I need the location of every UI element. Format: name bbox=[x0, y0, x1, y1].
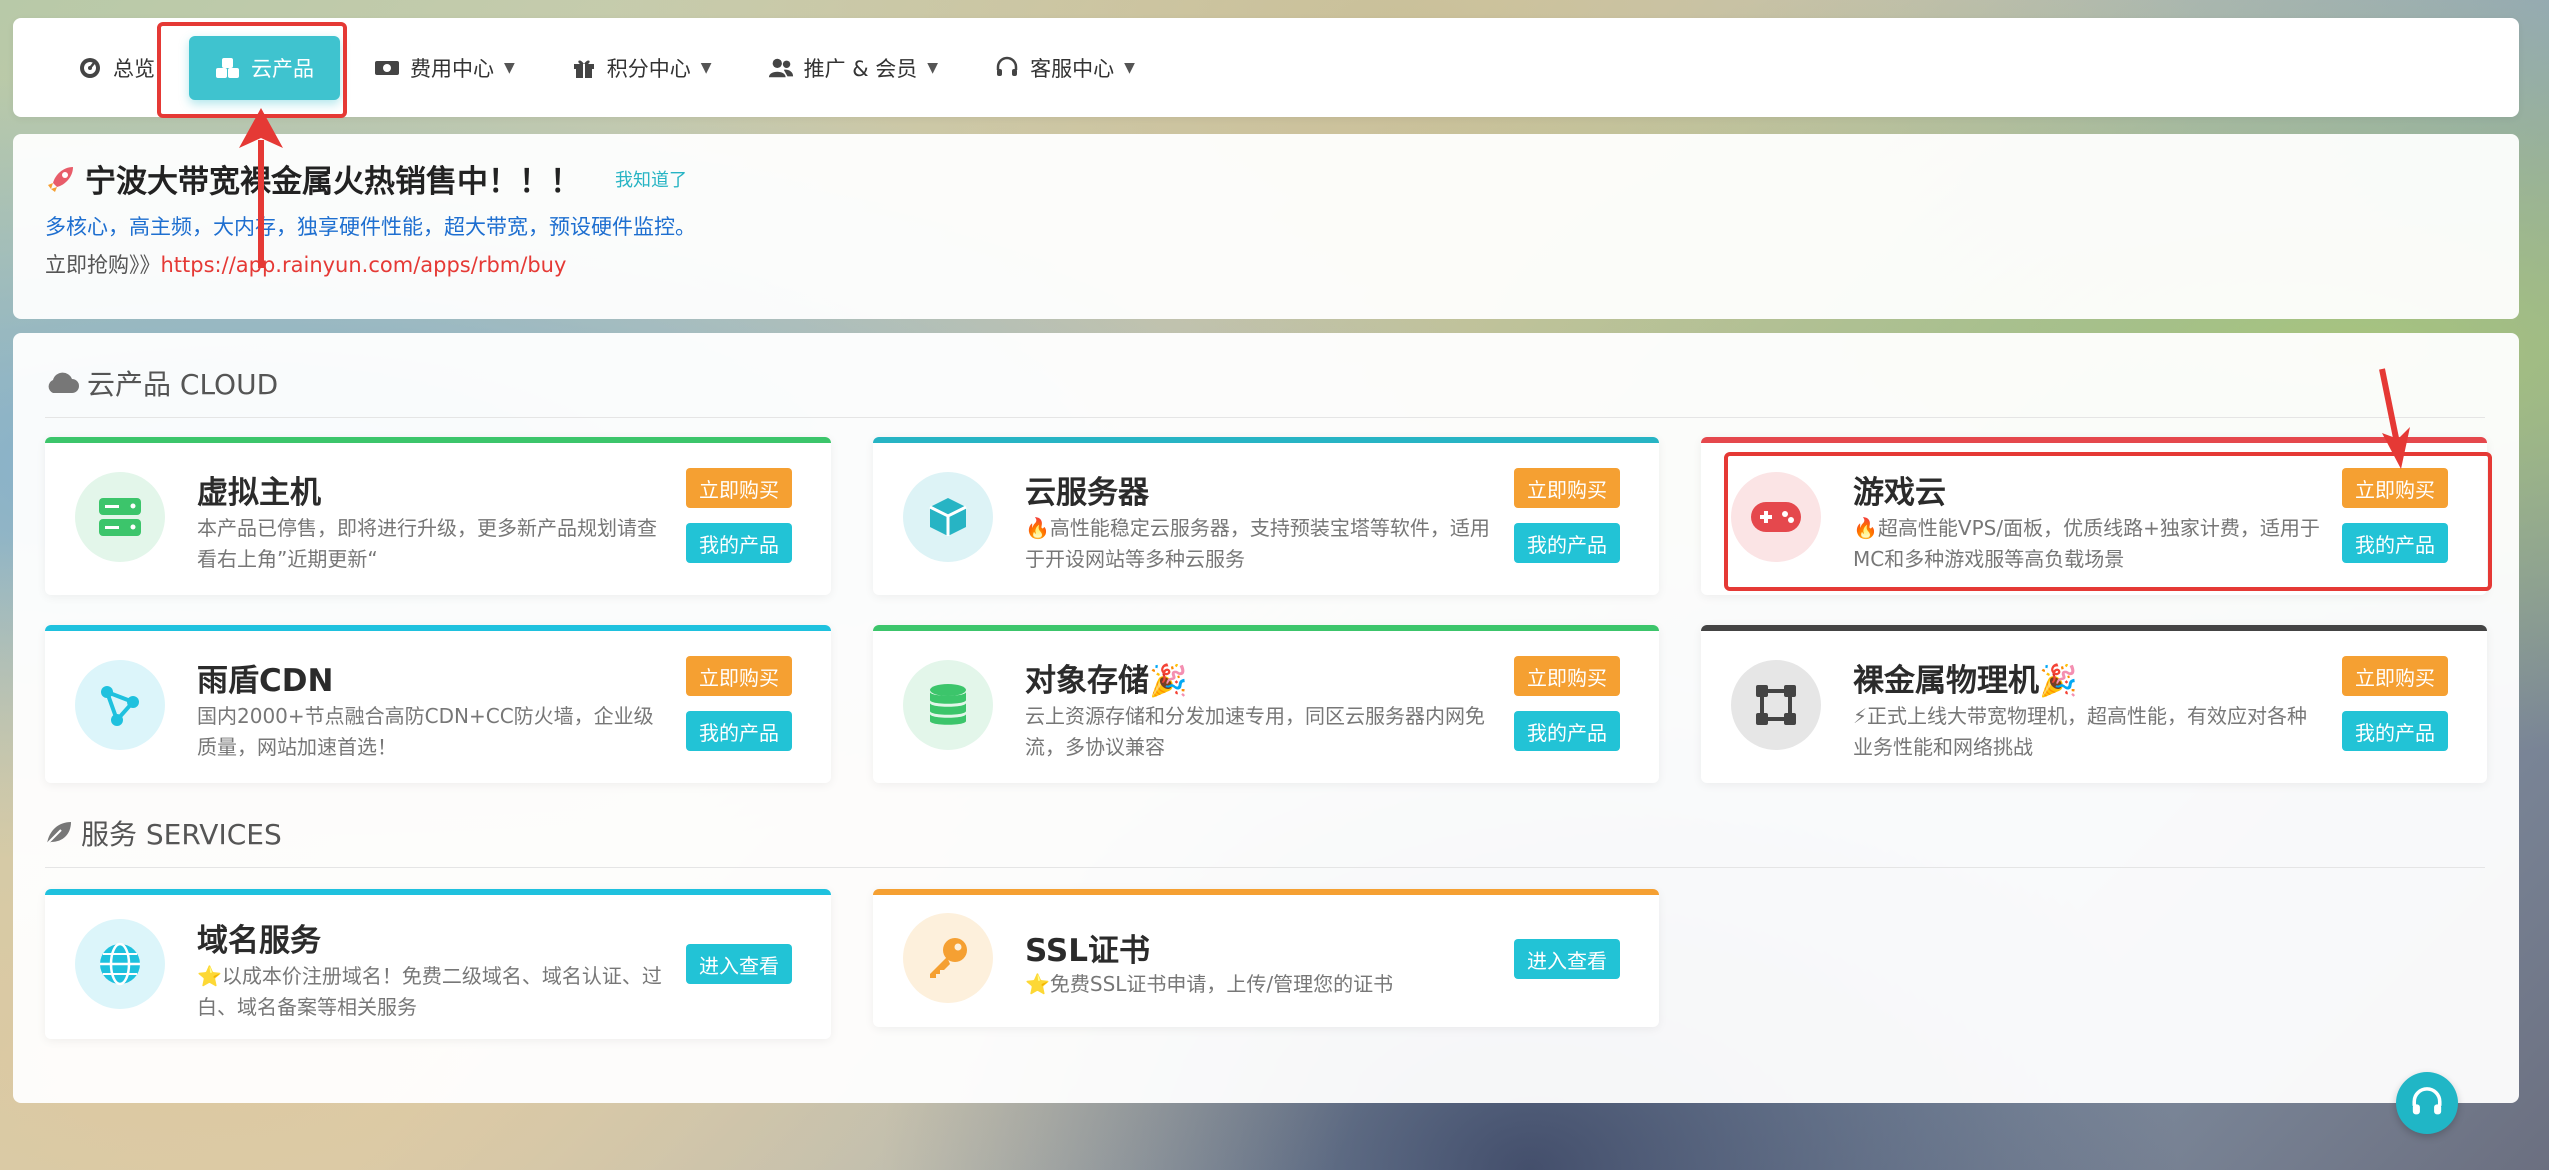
service-desc: ⭐以成本价注册域名！免费二级域名、域名认证、过白、域名备案等相关服务 bbox=[197, 964, 662, 1019]
leaf-icon bbox=[45, 820, 73, 846]
my-products-button[interactable]: 我的产品 bbox=[686, 523, 792, 563]
users-icon bbox=[768, 55, 794, 81]
nav-label: 推广 & 会员 bbox=[803, 56, 918, 81]
card-accent bbox=[45, 437, 831, 443]
buy-now-button[interactable]: 立即购买 bbox=[1514, 656, 1620, 696]
product-desc: ⚡正式上线大带宽物理机，超高性能，有效应对各种业务性能和网络挑战 bbox=[1853, 704, 2308, 759]
announcement-panel: 宁波大带宽裸金属火热销售中！！！ 我知道了 多核心，高主频，大内存，独享硬件性能… bbox=[13, 134, 2519, 319]
buy-now-button[interactable]: 立即购买 bbox=[686, 656, 792, 696]
announcement-buy-line: 立即抢购》》https://app.rainyun.com/apps/rbm/b… bbox=[45, 249, 2487, 279]
product-name: 游戏云 bbox=[1853, 475, 1946, 511]
service-card-domain: 域名服务 ⭐以成本价注册域名！免费二级域名、域名认证、过白、域名备案等相关服务 … bbox=[45, 889, 831, 1039]
enter-view-button[interactable]: 进入查看 bbox=[1514, 939, 1620, 979]
vector-square-icon bbox=[1731, 660, 1821, 750]
nav-label: 云产品 bbox=[251, 56, 314, 81]
nav-cloud-products[interactable]: 云产品 bbox=[189, 35, 340, 100]
product-card-game-cloud: 游戏云 🔥超高性能VPS/面板，优质线路+独家计费，适用于MC和多种游戏服等高负… bbox=[1701, 437, 2487, 595]
nav-overview[interactable]: 总览 bbox=[55, 36, 177, 100]
cloud-section-title: 云产品 CLOUD bbox=[45, 363, 278, 403]
section-title-text: 云产品 CLOUD bbox=[87, 368, 279, 401]
service-name: SSL证书 bbox=[1025, 933, 1151, 969]
buy-now-button[interactable]: 立即购买 bbox=[2342, 468, 2448, 508]
divider bbox=[45, 867, 2485, 868]
buy-now-button[interactable]: 立即购买 bbox=[2342, 656, 2448, 696]
product-card-cdn: 雨盾CDN 国内2000+节点融合高防CDN+CC防火墙，企业级质量，网站加速首… bbox=[45, 625, 831, 783]
product-desc: 🔥超高性能VPS/面板，优质线路+独家计费，适用于MC和多种游戏服等高负载场景 bbox=[1853, 516, 2320, 571]
product-card-cloud-server: 云服务器 🔥高性能稳定云服务器，支持预装宝塔等软件，适用于开设网站等多种云服务 … bbox=[873, 437, 1659, 595]
chevron-down-icon: ▼ bbox=[1124, 59, 1135, 76]
product-card-virtual-host: 虚拟主机 本产品已停售，即将进行升级，更多新产品规划请查看右上角”近期更新“ 立… bbox=[45, 437, 831, 595]
product-card-object-storage: 对象存储🎉 云上资源存储和分发加速专用，同区云服务器内网免流，多协议兼容 立即购… bbox=[873, 625, 1659, 783]
key-icon bbox=[903, 913, 993, 1003]
service-name: 域名服务 bbox=[197, 923, 321, 959]
announcement-title-row: 宁波大带宽裸金属火热销售中！！！ 我知道了 bbox=[45, 156, 2487, 201]
product-desc: 国内2000+节点融合高防CDN+CC防火墙，企业级质量，网站加速首选！ bbox=[197, 704, 654, 759]
product-name: 云服务器 bbox=[1025, 475, 1149, 511]
cubes-icon bbox=[215, 55, 241, 81]
nav-support[interactable]: 客服中心 ▼ bbox=[972, 36, 1157, 100]
nav-label: 客服中心 bbox=[1030, 56, 1115, 81]
gift-icon bbox=[571, 55, 597, 81]
cloud-icon bbox=[45, 371, 79, 395]
product-name: 虚拟主机 bbox=[197, 475, 321, 511]
rocket-icon bbox=[45, 163, 77, 195]
chevron-down-icon: ▼ bbox=[927, 59, 939, 76]
top-nav: 总览 云产品 费用中心 ▼ 积分中心 ▼ 推广 & 会员 ▼ 客服中心 ▼ bbox=[13, 18, 2519, 117]
my-products-button[interactable]: 我的产品 bbox=[2342, 711, 2448, 751]
my-products-button[interactable]: 我的产品 bbox=[686, 711, 792, 751]
buy-now-button[interactable]: 立即购买 bbox=[1514, 468, 1620, 508]
buy-link[interactable]: https://app.rainyun.com/apps/rbm/buy bbox=[161, 253, 567, 277]
product-name: 裸金属物理机🎉 bbox=[1853, 663, 2078, 699]
nav-points[interactable]: 积分中心 ▼ bbox=[549, 36, 734, 100]
card-accent bbox=[1701, 437, 2487, 443]
announcement-line: 多核心，高主频，大内存，独享硬件性能，超大带宽，预设硬件监控。 bbox=[45, 215, 696, 239]
product-desc: 🔥高性能稳定云服务器，支持预装宝塔等软件，适用于开设网站等多种云服务 bbox=[1025, 516, 1490, 571]
buy-now-button[interactable]: 立即购买 bbox=[686, 468, 792, 508]
product-card-bare-metal: 裸金属物理机🎉 ⚡正式上线大带宽物理机，超高性能，有效应对各种业务性能和网络挑战… bbox=[1701, 625, 2487, 783]
nav-label: 积分中心 bbox=[606, 56, 691, 81]
product-desc: 本产品已停售，即将进行升级，更多新产品规划请查看右上角”近期更新“ bbox=[197, 516, 657, 571]
headset-icon bbox=[2410, 1086, 2444, 1120]
network-icon bbox=[75, 660, 165, 750]
card-accent bbox=[1701, 625, 2487, 631]
divider bbox=[45, 417, 2485, 418]
dashboard-icon bbox=[77, 55, 103, 81]
enter-view-button[interactable]: 进入查看 bbox=[686, 944, 792, 984]
cube-icon bbox=[903, 472, 993, 562]
database-icon bbox=[903, 660, 993, 750]
nav-label: 总览 bbox=[113, 56, 155, 81]
globe-icon bbox=[75, 919, 165, 1009]
money-icon bbox=[374, 55, 400, 81]
chevron-down-icon: ▼ bbox=[504, 59, 515, 76]
headset-icon bbox=[994, 55, 1020, 81]
dismiss-link[interactable]: 我知道了 bbox=[615, 166, 687, 192]
gamepad-icon bbox=[1731, 472, 1821, 562]
nav-label: 费用中心 bbox=[410, 56, 494, 81]
card-accent bbox=[45, 625, 831, 631]
nav-affiliate[interactable]: 推广 & 会员 ▼ bbox=[746, 36, 961, 100]
product-desc: 云上资源存储和分发加速专用，同区云服务器内网免流，多协议兼容 bbox=[1025, 704, 1485, 759]
main-panel: 云产品 CLOUD 虚拟主机 本产品已停售，即将进行升级，更多新产品规划请查看右… bbox=[13, 333, 2519, 1103]
server-icon bbox=[75, 472, 165, 562]
chevron-down-icon: ▼ bbox=[700, 59, 712, 76]
card-accent bbox=[873, 437, 1659, 443]
services-section-title: 服务 SERVICES bbox=[45, 813, 282, 853]
card-accent bbox=[873, 889, 1659, 895]
buy-prefix: 立即抢购》》 bbox=[45, 253, 161, 277]
product-name: 对象存储🎉 bbox=[1025, 663, 1188, 699]
nav-billing[interactable]: 费用中心 ▼ bbox=[352, 36, 537, 100]
service-card-ssl: SSL证书 ⭐免费SSL证书申请，上传/管理您的证书 进入查看 bbox=[873, 889, 1659, 1027]
customer-support-button[interactable] bbox=[2396, 1072, 2458, 1134]
product-name: 雨盾CDN bbox=[197, 663, 334, 699]
my-products-button[interactable]: 我的产品 bbox=[1514, 523, 1620, 563]
service-desc: ⭐免费SSL证书申请，上传/管理您的证书 bbox=[1025, 972, 1394, 996]
my-products-button[interactable]: 我的产品 bbox=[2342, 523, 2448, 563]
card-accent bbox=[873, 625, 1659, 631]
announcement-title: 宁波大带宽裸金属火热销售中！！！ bbox=[85, 164, 581, 200]
card-accent bbox=[45, 889, 831, 895]
my-products-button[interactable]: 我的产品 bbox=[1514, 711, 1620, 751]
section-title-text: 服务 SERVICES bbox=[81, 818, 282, 851]
